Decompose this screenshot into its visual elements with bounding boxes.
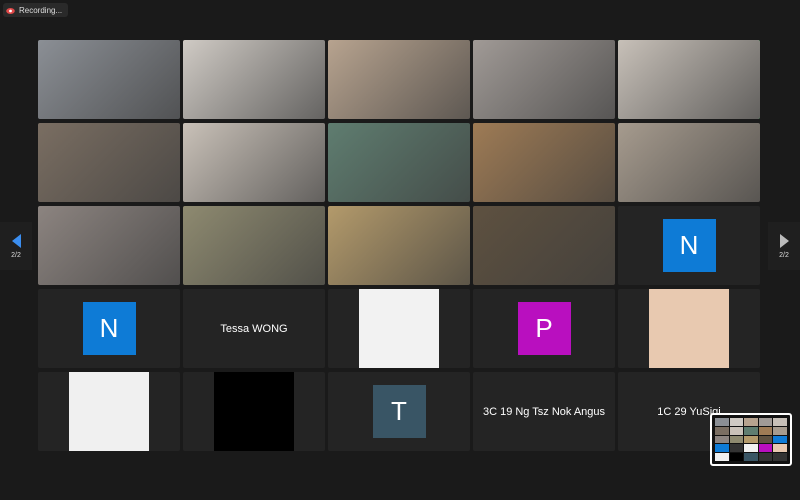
next-page-button[interactable]: 2/2 — [768, 222, 800, 270]
thumbnail-cell — [758, 453, 773, 461]
participant-name: Tessa WONG — [220, 322, 288, 335]
participant-video — [183, 123, 325, 202]
thumbnail-cell — [758, 435, 773, 444]
participant-video-tile[interactable] — [38, 123, 180, 202]
page-indicator-left: 2/2 — [11, 251, 21, 259]
thumbnail-cell — [729, 444, 744, 453]
thumbnail-cell — [758, 426, 773, 435]
recording-label: Recording... — [19, 5, 63, 15]
participant-video-tile[interactable] — [38, 206, 180, 285]
profile-picture — [214, 372, 294, 451]
participant-video-tile[interactable] — [473, 40, 615, 119]
thumbnail-cell — [773, 444, 787, 453]
arrow-left-icon — [11, 233, 21, 248]
thumbnail-cell — [729, 435, 744, 444]
thumbnail-cell — [715, 418, 729, 426]
participant-picture-tile[interactable] — [328, 289, 470, 368]
cloud-record-icon — [6, 7, 15, 14]
avatar: N — [82, 302, 136, 355]
avatar: T — [372, 385, 426, 438]
thumbnail-cell — [729, 453, 744, 461]
self-view-thumbnail[interactable] — [710, 413, 792, 466]
participant-name-tile[interactable]: Tessa WONG — [183, 289, 325, 368]
participant-picture-tile[interactable] — [183, 372, 325, 451]
arrow-right-icon — [779, 233, 789, 248]
thumbnail-cell — [744, 453, 758, 461]
participant-picture-tile[interactable] — [618, 289, 760, 368]
profile-picture — [649, 289, 729, 368]
thumbnail-cell — [744, 444, 758, 453]
participant-video-tile[interactable] — [473, 206, 615, 285]
participant-video — [473, 123, 615, 202]
participant-video — [183, 206, 325, 285]
thumbnail-cell — [773, 418, 787, 426]
participant-avatar-tile[interactable]: T — [328, 372, 470, 451]
participant-video-tile[interactable] — [328, 40, 470, 119]
thumbnail-cell — [773, 453, 787, 461]
participant-video-tile[interactable] — [328, 123, 470, 202]
avatar: P — [517, 302, 571, 355]
participant-video-tile[interactable] — [473, 123, 615, 202]
participant-video — [328, 206, 470, 285]
participant-video-tile[interactable] — [38, 40, 180, 119]
thumbnail-cell — [773, 435, 787, 444]
thumbnail-cell — [758, 444, 773, 453]
participant-avatar-tile[interactable]: N — [618, 206, 760, 285]
participant-picture-tile[interactable] — [38, 372, 180, 451]
thumbnail-cell — [715, 435, 729, 444]
previous-page-button[interactable]: 2/2 — [0, 222, 32, 270]
participant-avatar-tile[interactable]: N — [38, 289, 180, 368]
thumbnail-cell — [744, 435, 758, 444]
participant-name: 3C 19 Ng Tsz Nok Angus — [482, 405, 606, 418]
thumbnail-cell — [744, 418, 758, 426]
participant-name-tile[interactable]: 3C 19 Ng Tsz Nok Angus — [473, 372, 615, 451]
participant-video — [38, 123, 180, 202]
thumbnail-cell — [729, 418, 744, 426]
participant-video — [473, 206, 615, 285]
profile-picture — [69, 372, 149, 451]
participant-video-tile[interactable] — [183, 123, 325, 202]
avatar: N — [662, 219, 716, 272]
participant-video — [328, 123, 470, 202]
thumbnail-cell — [715, 426, 729, 435]
participant-video-tile[interactable] — [183, 206, 325, 285]
profile-picture — [359, 289, 439, 368]
participant-video-tile[interactable] — [183, 40, 325, 119]
participant-video — [183, 40, 325, 119]
gallery-grid: N N Tessa WONG P T 3C 19 Ng Tsz Nok Angus 1C 2… — [38, 40, 760, 451]
thumbnail-cell — [758, 418, 773, 426]
participant-video — [473, 40, 615, 119]
thumbnail-cell — [729, 426, 744, 435]
page-indicator-right: 2/2 — [779, 251, 789, 259]
participant-video-tile[interactable] — [328, 206, 470, 285]
thumbnail-cell — [744, 426, 758, 435]
participant-video — [38, 206, 180, 285]
thumbnail-cell — [715, 444, 729, 453]
thumbnail-cell — [773, 426, 787, 435]
participant-video — [328, 40, 470, 119]
participant-video — [618, 123, 760, 202]
recording-indicator[interactable]: Recording... — [3, 3, 69, 17]
participant-video — [618, 40, 760, 119]
participant-video — [38, 40, 180, 119]
participant-avatar-tile[interactable]: P — [473, 289, 615, 368]
participant-video-tile[interactable] — [618, 40, 760, 119]
thumbnail-cell — [715, 453, 729, 461]
participant-video-tile[interactable] — [618, 123, 760, 202]
